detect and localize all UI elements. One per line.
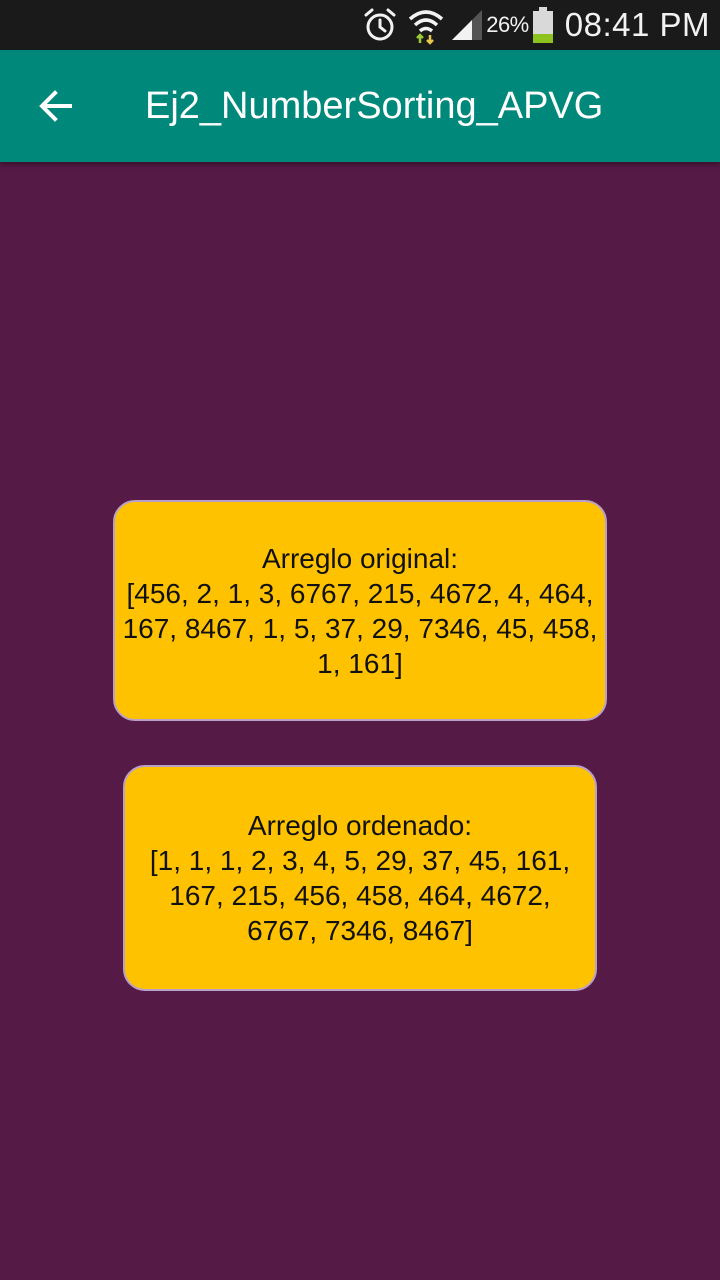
alarm-icon — [360, 5, 400, 45]
status-icons: 26% 08:41 PM — [360, 0, 720, 50]
app-title: Ej2_NumberSorting_APVG — [145, 85, 604, 127]
battery-percent: 26% — [486, 12, 529, 37]
battery-icon — [531, 5, 555, 45]
sorted-array-card: Arreglo ordenado: [1, 1, 1, 2, 3, 4, 5, … — [123, 765, 597, 991]
original-array-values: [456, 2, 1, 3, 6767, 215, 4672, 4, 464, … — [122, 577, 598, 679]
app-bar: Ej2_NumberSorting_APVG — [0, 50, 720, 162]
sorted-array-values: [1, 1, 1, 2, 3, 4, 5, 29, 37, 45, 161, 1… — [149, 845, 571, 946]
status-bar: 26% 08:41 PM — [0, 0, 720, 50]
back-button[interactable] — [22, 72, 90, 140]
original-array-card: Arreglo original: [456, 2, 1, 3, 6767, 2… — [113, 500, 607, 721]
clock: 08:41 PM — [564, 6, 710, 43]
wifi-icon — [406, 5, 446, 45]
sorted-array-label: Arreglo ordenado: — [247, 810, 473, 841]
original-array-label: Arreglo original: — [261, 542, 459, 574]
arrow-back-icon — [39, 90, 72, 122]
screen: 26% 08:41 PM Ej2_NumberSorting_APVG Arre… — [0, 0, 720, 1280]
signal-icon — [450, 8, 484, 42]
